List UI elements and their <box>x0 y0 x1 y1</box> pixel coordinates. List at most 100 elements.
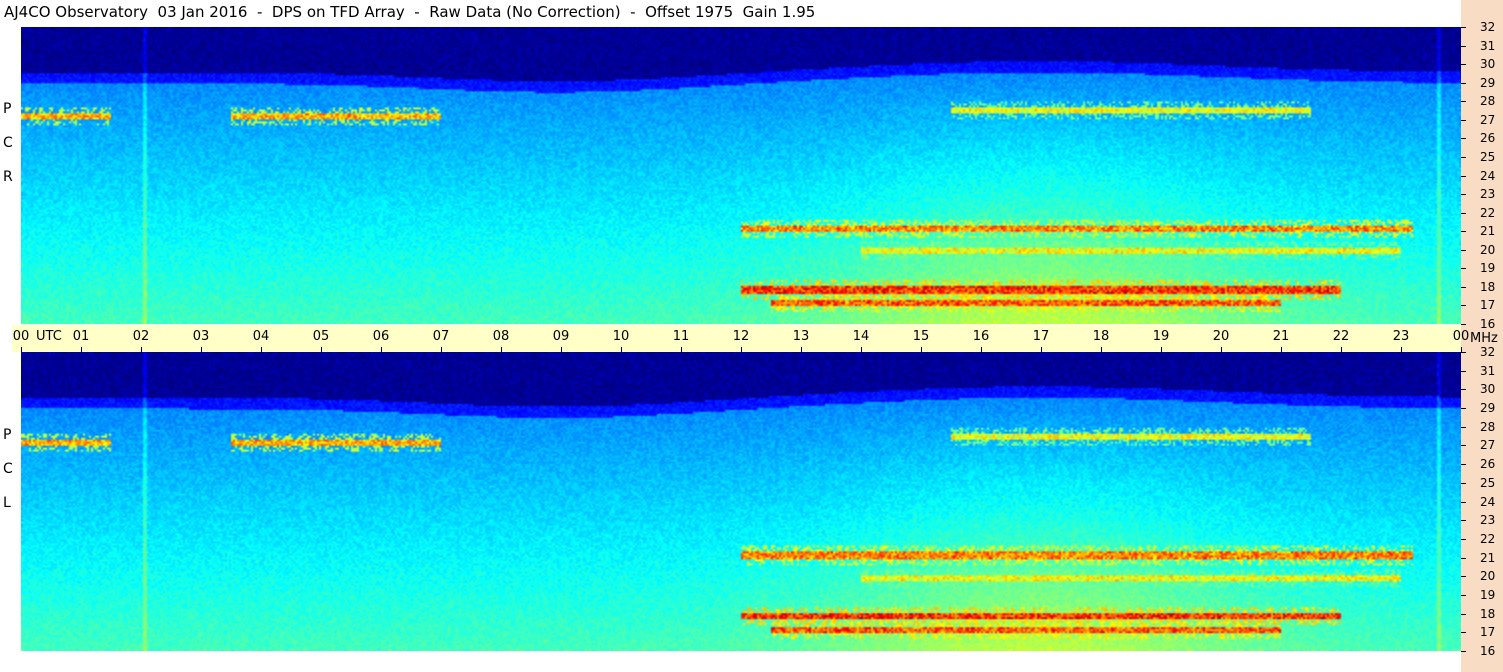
hour-tick-label: 12 <box>732 329 750 344</box>
mhz-tick-label: 22 <box>1480 205 1496 220</box>
mhz-tick-mark <box>1461 27 1466 28</box>
chart-title: AJ4CO Observatory 03 Jan 2016 - DPS on T… <box>4 3 816 21</box>
hour-tick-label: 15 <box>912 329 930 344</box>
mhz-tick-label: 18 <box>1480 279 1496 294</box>
hour-tick-label: 14 <box>852 329 870 344</box>
mhz-tick-label: 16 <box>1480 644 1496 658</box>
mhz-tick-label: 24 <box>1480 168 1496 183</box>
mhz-tick-mark <box>1461 501 1466 503</box>
mhz-tick-label: 25 <box>1480 149 1496 164</box>
mhz-tick-label: 24 <box>1480 494 1496 509</box>
mhz-tick-mark <box>1461 408 1466 410</box>
hour-tick-label: 02 <box>132 329 150 344</box>
mhz-tick-label: 22 <box>1480 531 1496 546</box>
mhz-tick-label: 23 <box>1480 513 1496 528</box>
mhz-tick-label: 30 <box>1480 382 1496 397</box>
mhz-tick-label: 19 <box>1480 261 1496 276</box>
mhz-tick-mark <box>1461 520 1466 522</box>
mhz-tick-mark <box>1461 64 1466 66</box>
hour-tick-label: 01 <box>72 329 90 344</box>
mhz-tick-mark <box>1461 212 1466 214</box>
mhz-tick-mark <box>1461 557 1466 559</box>
mhz-tick-mark <box>1461 45 1466 47</box>
hour-tick-label: 11 <box>672 329 690 344</box>
hour-tick-label: 08 <box>492 329 510 344</box>
mhz-tick-mark <box>1461 370 1466 372</box>
hour-tick-label: 04 <box>252 329 270 344</box>
mhz-tick-label: 26 <box>1480 131 1496 146</box>
mhz-tick-label: 26 <box>1480 457 1496 472</box>
mhz-tick-label: 21 <box>1480 550 1496 565</box>
mhz-tick-label: 28 <box>1480 94 1496 109</box>
mhz-tick-mark <box>1461 231 1466 233</box>
mhz-tick-label: 27 <box>1480 112 1496 127</box>
hour-tick-label: 05 <box>312 329 330 344</box>
hour-tick-label: 13 <box>792 329 810 344</box>
hour-tick-label: 03 <box>192 329 210 344</box>
rcp-heatmap <box>21 27 1461 324</box>
lcp-spectrogram <box>21 352 1461 651</box>
mhz-tick-mark <box>1461 119 1466 121</box>
mhz-tick-mark <box>1461 156 1466 158</box>
mhz-tick-mark <box>1461 175 1466 177</box>
mhz-tick-label: 16 <box>1480 317 1496 331</box>
mhz-tick-mark <box>1461 576 1466 578</box>
hour-tick-label: 07 <box>432 329 450 344</box>
mhz-tick-mark <box>1461 594 1466 596</box>
polarization-letter: P <box>3 426 12 443</box>
mhz-tick-label: 20 <box>1480 569 1496 584</box>
mhz-tick-mark <box>1461 613 1466 615</box>
mhz-tick-label: 25 <box>1480 475 1496 490</box>
mhz-tick-mark <box>1461 82 1466 84</box>
mhz-tick-label: 31 <box>1480 363 1496 378</box>
hour-tick-label: 19 <box>1152 329 1170 344</box>
hour-tick-label: 06 <box>372 329 390 344</box>
mhz-tick-label: 27 <box>1480 438 1496 453</box>
hour-tick-label: 09 <box>552 329 570 344</box>
mhz-tick-label: 29 <box>1480 75 1496 90</box>
mhz-tick-mark <box>1461 268 1466 270</box>
mhz-tick-label: 18 <box>1480 606 1496 621</box>
mhz-tick-mark <box>1461 482 1466 484</box>
hour-tick-label: 18 <box>1092 329 1110 344</box>
hour-tick-label: 20 <box>1212 329 1230 344</box>
hour-tick-label: 00 <box>12 329 30 344</box>
mhz-tick-mark <box>1461 651 1466 652</box>
rcp-spectrogram <box>21 27 1461 324</box>
mhz-tick-label: 32 <box>1480 20 1496 34</box>
mhz-tick-label: 28 <box>1480 419 1496 434</box>
mhz-tick-mark <box>1461 426 1466 428</box>
mhz-tick-mark <box>1461 138 1466 140</box>
lcp-heatmap <box>21 352 1461 651</box>
hour-tick-label: 23 <box>1392 329 1410 344</box>
mhz-tick-label: 17 <box>1480 625 1496 640</box>
polarization-letter: R <box>3 168 13 185</box>
utc-time-axis: 00 01 02 03 04 05 06 07 08 09 10 11 12 13 14 15 16 17 18 19… <box>12 325 1469 352</box>
polarization-letter: C <box>3 134 13 151</box>
mhz-tick-label: 29 <box>1480 401 1496 416</box>
mhz-tick-mark <box>1461 445 1466 447</box>
mhz-tick-mark <box>1461 464 1466 466</box>
polarization-letter: L <box>3 494 11 511</box>
hour-tick-label: 22 <box>1332 329 1350 344</box>
mhz-tick-label: 31 <box>1480 38 1496 53</box>
mhz-tick-mark <box>1461 632 1466 634</box>
polarization-letter: P <box>3 100 12 117</box>
mhz-tick-label: 21 <box>1480 224 1496 239</box>
utc-label: UTC <box>36 329 62 344</box>
mhz-tick-mark <box>1461 286 1466 288</box>
hour-tick-label: 21 <box>1272 329 1290 344</box>
mhz-tick-label: 32 <box>1480 345 1496 359</box>
mhz-tick-mark <box>1461 389 1466 391</box>
mhz-tick-mark <box>1461 101 1466 103</box>
hour-tick-label: 17 <box>1032 329 1050 344</box>
mhz-tick-label: 30 <box>1480 57 1496 72</box>
mhz-tick-label: 23 <box>1480 187 1496 202</box>
mhz-tick-mark <box>1461 538 1466 540</box>
mhz-tick-mark <box>1461 305 1466 307</box>
hour-tick-label: 10 <box>612 329 630 344</box>
mhz-tick-label: 20 <box>1480 242 1496 257</box>
hour-tick-label: 16 <box>972 329 990 344</box>
mhz-tick-label: 19 <box>1480 587 1496 602</box>
mhz-tick-mark <box>1461 194 1466 196</box>
